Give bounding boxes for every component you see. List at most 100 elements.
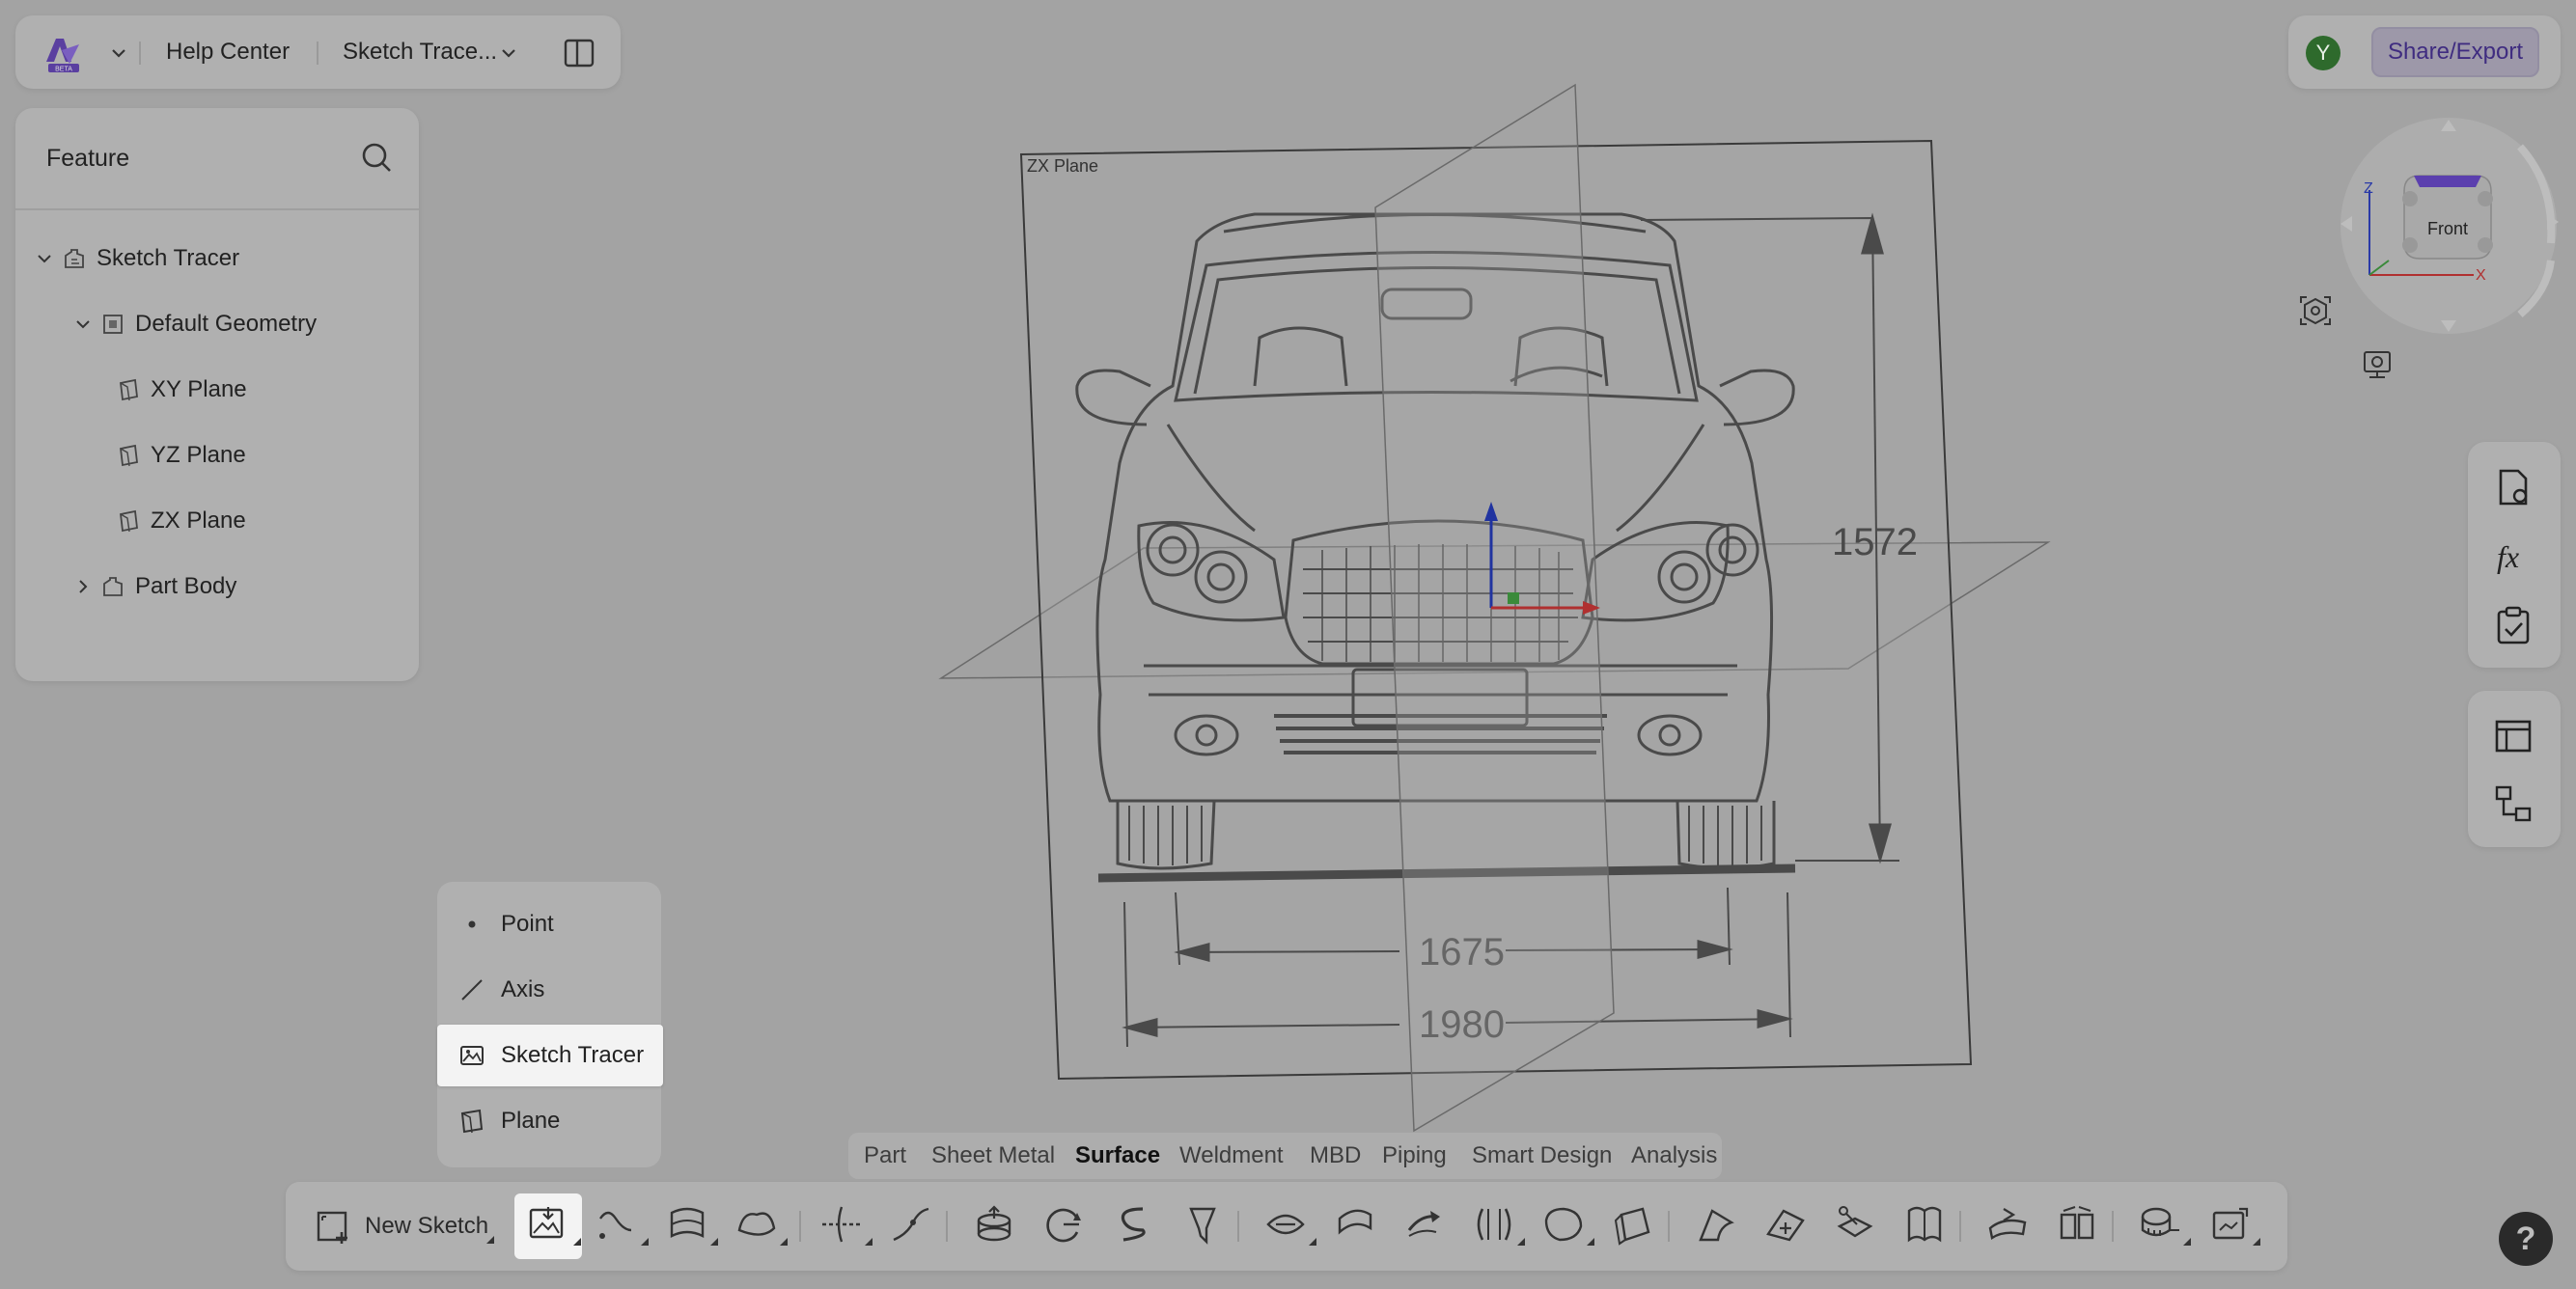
help-button[interactable]: ?: [2499, 1212, 2553, 1266]
transform-tool-icon[interactable]: [2206, 1201, 2253, 1248]
dropdown-caret[interactable]: [1309, 1238, 1316, 1246]
dropdown-caret[interactable]: [641, 1238, 649, 1246]
dropdown-caret[interactable]: [780, 1238, 788, 1246]
new-sketch-button[interactable]: New Sketch: [315, 1205, 488, 1248]
app-logo-icon[interactable]: BETA: [42, 33, 85, 73]
reference-geometry-tool-icon[interactable]: [525, 1201, 571, 1248]
menu-item-sketch-tracer[interactable]: Sketch Tracer: [437, 1025, 663, 1086]
tree-item-sketch-tracer[interactable]: Sketch Tracer: [35, 239, 239, 278]
intersection-curve-tool-icon[interactable]: [818, 1201, 865, 1248]
split-surface-tool-icon[interactable]: [1832, 1201, 1878, 1248]
divider: [946, 1211, 948, 1242]
tree-item-label: Default Geometry: [135, 311, 318, 337]
body-icon: [100, 574, 125, 599]
revolve-surface-tool-icon[interactable]: [1040, 1201, 1087, 1248]
plane-icon: [116, 377, 141, 402]
extend-surface-tool-icon[interactable]: [1401, 1201, 1448, 1248]
tree-item-xy-plane[interactable]: XY Plane: [116, 370, 247, 409]
patch-surface-tool-icon[interactable]: [734, 1201, 780, 1248]
part-icon: [62, 246, 87, 271]
avatar[interactable]: Y: [2306, 36, 2341, 70]
chevron-right-icon[interactable]: [73, 577, 93, 596]
chevron-down-icon[interactable]: [73, 315, 93, 334]
tab-part[interactable]: Part: [864, 1142, 906, 1169]
boundary-surface-tool-icon[interactable]: [1610, 1201, 1656, 1248]
tab-weldment[interactable]: Weldment: [1179, 1142, 1284, 1169]
tab-surface[interactable]: Surface: [1075, 1142, 1160, 1169]
tab-smart-design[interactable]: Smart Design: [1472, 1142, 1612, 1169]
hierarchy-icon[interactable]: [2491, 782, 2535, 826]
point-icon: [458, 911, 485, 938]
trim-surface-tool-icon[interactable]: [1693, 1201, 1739, 1248]
checklist-icon[interactable]: [2491, 604, 2535, 648]
replace-face-tool-icon[interactable]: [1984, 1201, 2031, 1248]
dropdown-caret[interactable]: [486, 1236, 494, 1244]
projected-curve-tool-icon[interactable]: [888, 1201, 934, 1248]
dropdown-caret[interactable]: [710, 1238, 718, 1246]
chevron-down-icon[interactable]: [498, 42, 519, 64]
menu-item-point[interactable]: Point: [437, 893, 661, 955]
extrude-surface-tool-icon[interactable]: [971, 1201, 1017, 1248]
divider: [139, 41, 141, 65]
function-icon[interactable]: fx: [2491, 535, 2535, 579]
camera-view-icon[interactable]: [2358, 345, 2396, 384]
chevron-down-icon[interactable]: [108, 42, 129, 64]
right-tool-panel-bottom: [2468, 691, 2561, 847]
thicken-tool-icon[interactable]: [1471, 1201, 1517, 1248]
dimension-height: 1572: [1832, 521, 1918, 563]
tab-sheet-metal[interactable]: Sheet Metal: [931, 1142, 1055, 1169]
delete-face-tool-icon[interactable]: [2054, 1201, 2100, 1248]
measure-tool-icon[interactable]: [2137, 1201, 2183, 1248]
svg-text:BETA: BETA: [55, 67, 72, 73]
panel-toggle-icon[interactable]: [563, 37, 596, 69]
reference-geometry-menu: Point Axis Sketch Tracer Plane: [437, 882, 663, 1167]
tree-item-part-body[interactable]: Part Body: [73, 567, 236, 606]
share-export-button[interactable]: Share/Export: [2371, 27, 2539, 77]
geometry-icon: [100, 312, 125, 337]
dropdown-caret[interactable]: [2183, 1238, 2191, 1246]
mode-tabs: Part Sheet Metal Surface Weldment MBD Pi…: [848, 1133, 1722, 1179]
tab-mbd[interactable]: MBD: [1310, 1142, 1361, 1169]
menu-item-plane[interactable]: Plane: [437, 1090, 661, 1152]
tree-item-yz-plane[interactable]: YZ Plane: [116, 436, 246, 475]
document-settings-icon[interactable]: [2491, 465, 2535, 509]
divider: [15, 208, 419, 210]
tab-analysis[interactable]: Analysis: [1631, 1142, 1717, 1169]
surface-fill-tool-icon[interactable]: [664, 1201, 710, 1248]
dropdown-caret[interactable]: [573, 1238, 581, 1246]
dropdown-caret[interactable]: [1587, 1238, 1594, 1246]
view-cube[interactable]: Z X Front: [2331, 108, 2562, 340]
dropdown-caret[interactable]: [2253, 1238, 2260, 1246]
ruled-surface-tool-icon[interactable]: [1332, 1201, 1378, 1248]
untrim-surface-tool-icon[interactable]: [1762, 1201, 1809, 1248]
document-name-dropdown[interactable]: Sketch Trace...: [343, 39, 497, 66]
help-center-link[interactable]: Help Center: [166, 39, 290, 66]
divider: [317, 41, 319, 65]
divider: [1668, 1211, 1670, 1242]
view-cube-face: Front: [2427, 219, 2468, 238]
tab-piping[interactable]: Piping: [1382, 1142, 1447, 1169]
tree-item-default-geometry[interactable]: Default Geometry: [73, 305, 317, 343]
svg-text:fx: fx: [2497, 539, 2519, 574]
axis-icon: [458, 976, 485, 1003]
view-orientation-icon[interactable]: [2296, 291, 2335, 330]
sweep-surface-tool-icon[interactable]: [1110, 1201, 1156, 1248]
tree-item-label: Part Body: [135, 573, 237, 599]
account-bar: Y Share/Export: [2288, 15, 2561, 89]
menu-item-axis[interactable]: Axis: [437, 959, 661, 1021]
search-icon[interactable]: [358, 139, 395, 176]
drawing-template-icon[interactable]: [2491, 714, 2535, 758]
chevron-down-icon[interactable]: [35, 249, 54, 268]
offset-surface-tool-icon[interactable]: [1262, 1201, 1309, 1248]
curve-tool-icon[interactable]: [595, 1201, 641, 1248]
menu-item-label: Point: [501, 911, 554, 937]
dropdown-caret[interactable]: [1517, 1238, 1525, 1246]
divider: [1959, 1211, 1961, 1242]
fill-surface-tool-icon[interactable]: [1540, 1201, 1587, 1248]
tree-item-zx-plane[interactable]: ZX Plane: [116, 502, 246, 540]
tree-item-label: YZ Plane: [151, 442, 246, 468]
stitch-surface-tool-icon[interactable]: [1901, 1201, 1948, 1248]
tree-item-label: ZX Plane: [151, 507, 246, 534]
loft-surface-tool-icon[interactable]: [1179, 1201, 1226, 1248]
dropdown-caret[interactable]: [865, 1238, 873, 1246]
